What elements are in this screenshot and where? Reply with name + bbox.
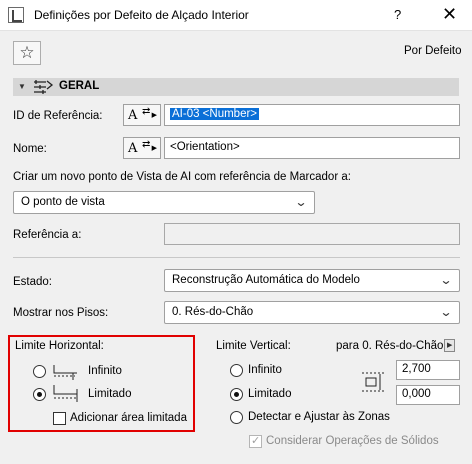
marker-source-value: O ponto de vista xyxy=(21,196,105,208)
marker-source-label: Criar um novo ponto de Vista de AI com r… xyxy=(13,171,351,183)
add-limited-area-checkbox[interactable] xyxy=(53,412,66,425)
reference-to-label: Referência a: xyxy=(13,229,82,241)
reference-id-field[interactable]: AI-03 <Number> xyxy=(164,104,460,126)
bottom-height-field[interactable]: 0,000 xyxy=(396,385,460,405)
horizontal-infinite-radio[interactable] xyxy=(33,365,46,378)
detect-zones-label[interactable]: Detectar e Ajustar às Zonas xyxy=(248,411,390,423)
app-icon xyxy=(8,7,24,23)
bottom-height-value: 0,000 xyxy=(402,388,431,400)
marker-source-select[interactable]: O ponto de vista ⌄ xyxy=(13,191,315,214)
section-header-general[interactable]: ▼ GERAL xyxy=(13,78,459,96)
vertical-limited-label[interactable]: Limitado xyxy=(248,388,291,400)
defaults-label: Por Defeito xyxy=(404,45,462,57)
help-button[interactable]: ? xyxy=(394,7,401,22)
star-icon: ☆ xyxy=(19,43,35,62)
reference-to-field xyxy=(164,223,460,245)
height-range-icon xyxy=(362,372,384,392)
autotext-icon: A xyxy=(128,108,138,123)
refresh-arrows-icon: ⇄ xyxy=(142,139,151,150)
limited-limit-icon xyxy=(53,385,78,402)
add-limited-area-label[interactable]: Adicionar área limitada xyxy=(70,412,187,424)
vertical-limit-title: Limite Vertical: xyxy=(216,340,291,352)
name-label: Nome: xyxy=(13,143,47,155)
section-title: GERAL xyxy=(59,80,100,92)
chevron-down-icon: ⌄ xyxy=(439,273,453,287)
collapse-arrow-icon[interactable]: ▼ xyxy=(18,82,26,91)
close-button[interactable]: ✕ xyxy=(442,4,457,25)
vertical-limited-radio[interactable] xyxy=(230,388,243,401)
reference-id-value: AI-03 <Number> xyxy=(170,108,260,120)
show-on-stories-label: Mostrar nos Pisos: xyxy=(13,307,109,319)
window-title: Definições por Defeito de Alçado Interio… xyxy=(34,8,249,22)
status-label: Estado: xyxy=(13,276,52,288)
consider-solids-checkbox xyxy=(249,434,262,448)
reference-id-label: ID de Referência: xyxy=(13,110,103,122)
divider xyxy=(13,257,460,258)
autotext-icon: A xyxy=(128,141,138,156)
autotext-button[interactable]: A ⇄ ▶ xyxy=(123,104,161,126)
show-on-stories-select[interactable]: 0. Rés-do-Chão ⌄ xyxy=(164,301,460,324)
chevron-down-icon: ⌄ xyxy=(294,195,308,209)
show-on-stories-value: 0. Rés-do-Chão xyxy=(172,306,254,318)
refresh-arrows-icon: ⇄ xyxy=(142,106,151,117)
name-value: <Orientation> xyxy=(170,141,240,153)
general-settings-icon xyxy=(34,80,54,94)
favorites-button[interactable]: ☆ xyxy=(13,41,41,65)
detect-zones-radio[interactable] xyxy=(230,411,243,424)
autotext-button-name[interactable]: A ⇄ ▶ xyxy=(123,137,161,159)
vertical-infinite-radio[interactable] xyxy=(230,364,243,377)
horizontal-limited-radio[interactable] xyxy=(33,388,46,401)
name-field[interactable]: <Orientation> xyxy=(164,137,460,159)
title-bar: Definições por Defeito de Alçado Interio… xyxy=(0,0,472,31)
chevron-down-icon: ⌄ xyxy=(439,305,453,319)
dropdown-arrow-icon: ▶ xyxy=(151,112,157,119)
horizontal-infinite-label[interactable]: Infinito xyxy=(88,365,122,377)
vertical-infinite-label[interactable]: Infinito xyxy=(248,364,282,376)
status-select[interactable]: Reconstrução Automática do Modelo ⌄ xyxy=(164,269,460,292)
infinite-limit-icon xyxy=(53,365,77,380)
top-height-value: 2,700 xyxy=(402,363,431,375)
dropdown-arrow-icon: ▶ xyxy=(151,145,157,152)
consider-solids-label: Considerar Operações de Sólidos xyxy=(266,435,439,447)
story-reference-button[interactable] xyxy=(444,339,455,352)
horizontal-limited-label[interactable]: Limitado xyxy=(88,388,131,400)
status-value: Reconstrução Automática do Modelo xyxy=(172,274,360,286)
horizontal-limit-title: Limite Horizontal: xyxy=(15,340,104,352)
top-height-field[interactable]: 2,700 xyxy=(396,360,460,380)
story-reference-label: para 0. Rés-do-Chão xyxy=(336,340,444,352)
